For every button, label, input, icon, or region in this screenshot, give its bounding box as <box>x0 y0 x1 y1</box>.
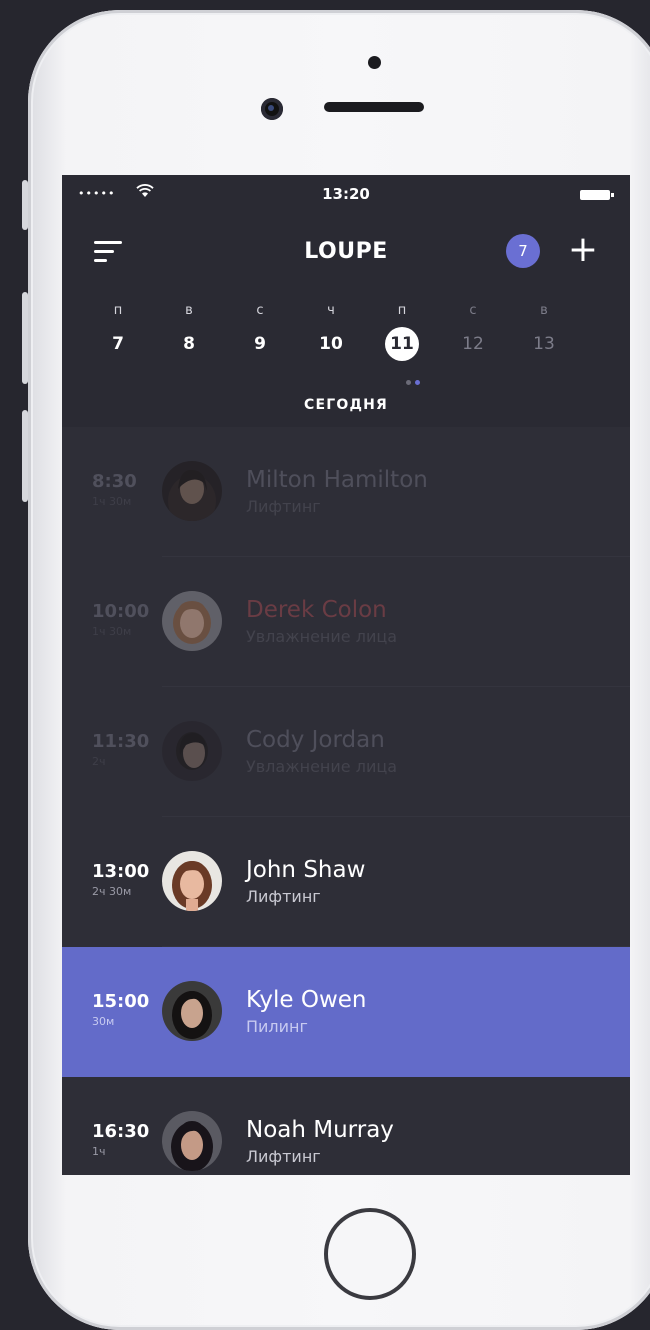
day-date: 8 <box>183 334 195 354</box>
appointment-duration: 2ч <box>92 755 106 768</box>
appointment-time: 8:30 <box>92 471 137 492</box>
service-name: Лифтинг <box>246 887 321 906</box>
dot-upcoming <box>415 380 420 385</box>
service-name: Увлажнение лица <box>246 627 398 646</box>
avatar <box>162 461 222 521</box>
event-dots <box>406 370 424 389</box>
day-name: п <box>113 303 123 318</box>
earpiece-speaker <box>324 102 424 112</box>
status-time: 13:20 <box>322 185 370 203</box>
volume-down-button[interactable] <box>22 410 28 502</box>
appointment-row[interactable]: 11:30 2ч Cody Jordan Увлажнение лица <box>62 687 630 817</box>
client-name: Cody Jordan <box>246 727 385 753</box>
day-name: с <box>256 303 264 318</box>
today-label: СЕГОДНЯ <box>303 397 389 413</box>
avatar <box>162 591 222 651</box>
day-wed[interactable]: с 9 <box>240 303 280 359</box>
week-strip: п 7 в 8 с 9 ч 10 п 11 с 12 в 13 <box>98 303 598 363</box>
day-name: ч <box>327 303 335 318</box>
avatar <box>162 721 222 781</box>
selected-day-date: 11 <box>385 327 419 361</box>
day-date: 13 <box>533 334 555 354</box>
appointment-time: 15:00 <box>92 991 150 1012</box>
day-name: в <box>540 303 548 318</box>
add-button[interactable]: + <box>566 232 600 268</box>
day-mon[interactable]: п 7 <box>98 303 138 359</box>
volume-up-button[interactable] <box>22 292 28 384</box>
battery-icon <box>580 190 614 200</box>
service-name: Увлажнение лица <box>246 757 398 776</box>
status-bar: ••••• 13:20 <box>62 175 630 215</box>
appointment-row[interactable]: 10:00 1ч 30м Derek Colon Увлажнение лица <box>62 557 630 687</box>
client-name: Milton Hamilton <box>246 467 428 493</box>
appointment-duration: 1ч <box>92 1145 106 1158</box>
day-name: п <box>397 303 407 318</box>
front-camera <box>261 98 283 120</box>
day-thu[interactable]: ч 10 <box>311 303 351 359</box>
dot-past <box>406 380 411 385</box>
avatar <box>162 851 222 911</box>
appointment-row[interactable]: 13:00 2ч 30м John Shaw Лифтинг <box>62 817 630 947</box>
day-date: 7 <box>112 334 124 354</box>
service-name: Лифтинг <box>246 1147 321 1166</box>
home-button[interactable] <box>324 1208 416 1300</box>
header-area: ••••• 13:20 LOUPE 7 + п 7 в 8 с 9 ч 10 п… <box>62 175 630 427</box>
day-sat[interactable]: с 12 <box>453 303 493 359</box>
day-fri-selected[interactable]: п 11 <box>382 303 422 361</box>
avatar <box>162 1111 222 1171</box>
appointment-row[interactable]: 16:30 1ч Noah Murray Лифтинг <box>62 1077 630 1175</box>
appointment-duration: 1ч 30м <box>92 625 132 638</box>
day-name: с <box>469 303 477 318</box>
client-name: John Shaw <box>246 857 366 883</box>
notification-badge[interactable]: 7 <box>506 234 540 268</box>
day-date: 10 <box>319 334 343 354</box>
mute-switch[interactable] <box>22 180 28 230</box>
appointment-time: 10:00 <box>92 601 150 622</box>
app-screen: ••••• 13:20 LOUPE 7 + п 7 в 8 с 9 ч 10 п… <box>62 175 630 1175</box>
appointment-duration: 30м <box>92 1015 115 1028</box>
appointment-row[interactable]: 8:30 1ч 30м Milton Hamilton Лифтинг <box>62 427 630 557</box>
client-name: Noah Murray <box>246 1117 394 1143</box>
day-name: в <box>185 303 193 318</box>
day-date: 9 <box>254 334 266 354</box>
appointment-duration: 1ч 30м <box>92 495 132 508</box>
client-name: Kyle Owen <box>246 987 367 1013</box>
nav-bar: LOUPE 7 + <box>62 227 630 275</box>
appointment-duration: 2ч 30м <box>92 885 132 898</box>
app-title: LOUPE <box>304 239 388 264</box>
proximity-sensor <box>368 56 381 69</box>
service-name: Пилинг <box>246 1017 308 1036</box>
appointment-time: 13:00 <box>92 861 150 882</box>
day-date: 12 <box>462 334 484 354</box>
appointment-row-active[interactable]: 15:00 30м Kyle Owen Пилинг <box>62 947 630 1077</box>
appointment-time: 11:30 <box>92 731 150 752</box>
day-tue[interactable]: в 8 <box>169 303 209 359</box>
day-sun[interactable]: в 13 <box>524 303 564 359</box>
appointment-time: 16:30 <box>92 1121 150 1142</box>
client-name: Derek Colon <box>246 597 387 623</box>
avatar <box>162 981 222 1041</box>
service-name: Лифтинг <box>246 497 321 516</box>
